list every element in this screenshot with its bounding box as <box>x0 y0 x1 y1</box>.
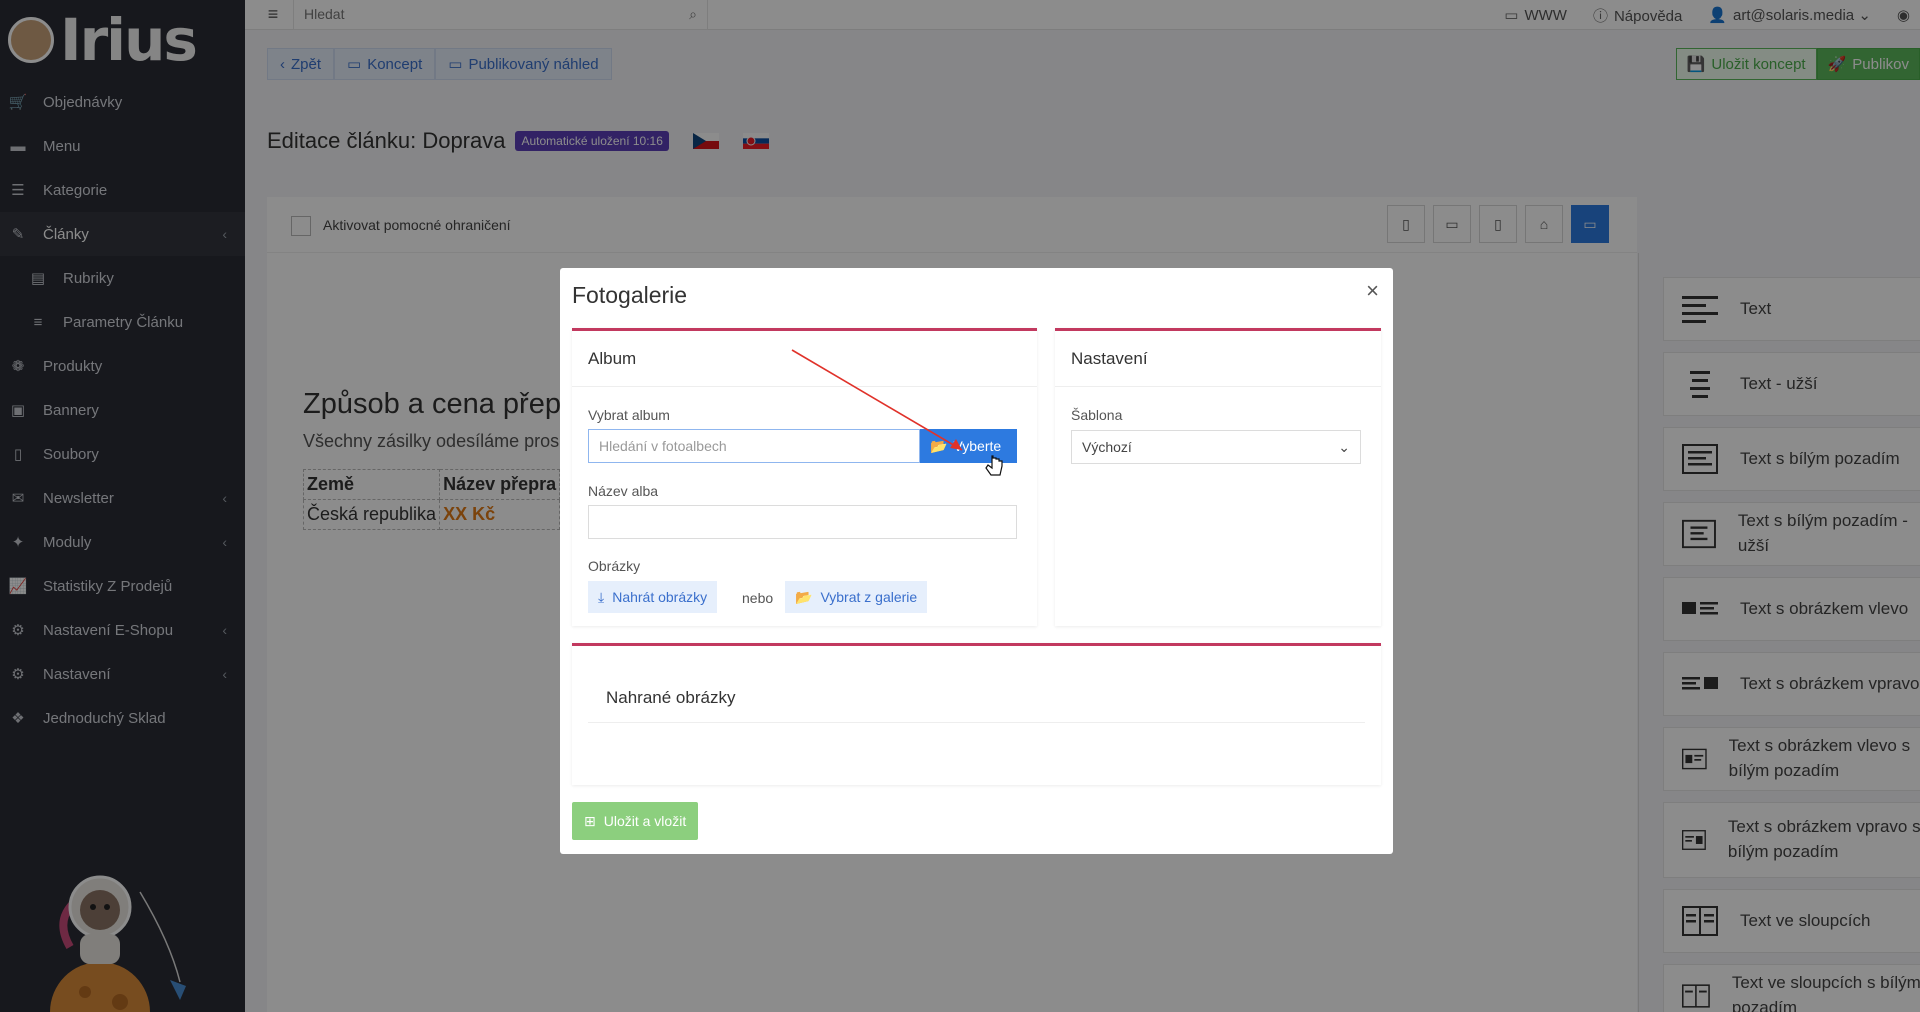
album-name-input[interactable] <box>588 505 1017 539</box>
upload-images-button[interactable]: ⤓ Nahrát obrázky <box>588 581 718 613</box>
template-label: Šablona <box>1071 407 1123 423</box>
album-card-header: Album <box>572 331 1037 387</box>
album-name-label: Název alba <box>588 483 659 499</box>
album-card: Album Vybrat album Hledání v fotoalbech … <box>572 328 1037 626</box>
select-album-button[interactable]: 📂 Vyberte <box>920 429 1017 463</box>
album-search-placeholder: Hledání v fotoalbech <box>599 438 727 454</box>
or-label: nebo <box>742 590 774 606</box>
upload-icon: ⤓ <box>598 588 605 605</box>
close-icon[interactable]: × <box>1366 278 1379 304</box>
save-and-insert-button[interactable]: ⊞ Uložit a vložit <box>572 802 699 840</box>
select-album-label: Vybrat album <box>588 407 670 423</box>
photo-gallery-modal: Fotogalerie × Album Vybrat album Hledání… <box>560 268 1393 854</box>
plus-square-icon: ⊞ <box>584 812 596 829</box>
divider <box>588 722 1365 723</box>
uploaded-images-header: Nahrané obrázky <box>606 688 736 707</box>
upload-images-label: Nahrát obrázky <box>612 589 708 605</box>
uploaded-images-card: Nahrané obrázky <box>572 643 1381 785</box>
chevron-down-icon: ⌄ <box>1338 438 1350 455</box>
save-and-insert-label: Uložit a vložit <box>603 813 687 829</box>
template-selected-value: Výchozí <box>1082 439 1132 455</box>
template-select[interactable]: Výchozí ⌄ <box>1071 430 1361 464</box>
images-label: Obrázky <box>588 558 641 574</box>
select-from-gallery-button[interactable]: 📂 Vybrat z galerie <box>785 581 928 613</box>
select-album-label-text: Vyberte <box>953 438 1002 454</box>
folder-open-icon: 📂 <box>930 437 948 454</box>
select-from-gallery-label: Vybrat z galerie <box>820 589 918 605</box>
settings-card-header: Nastavení <box>1055 331 1381 387</box>
modal-title: Fotogalerie <box>572 282 688 308</box>
settings-card: Nastavení Šablona Výchozí ⌄ <box>1055 328 1381 626</box>
album-search-input[interactable]: Hledání v fotoalbech <box>588 429 920 463</box>
folder-open-icon: 📂 <box>795 588 813 605</box>
